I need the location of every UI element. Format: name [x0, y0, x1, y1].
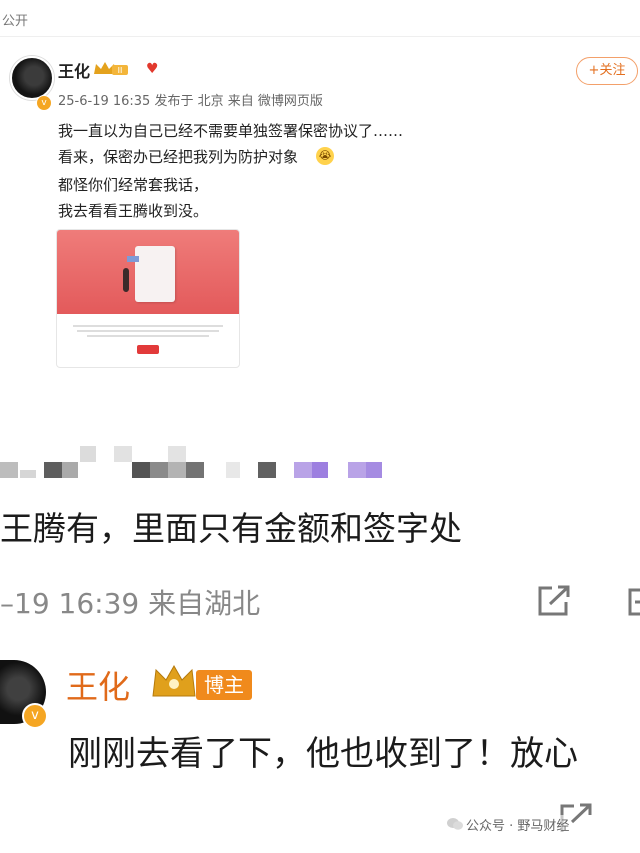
verified-icon: v	[22, 703, 48, 729]
post-text-line: 我一直以为自己已经不需要单独签署保密协议了……	[58, 122, 404, 140]
username[interactable]: 王化	[58, 58, 90, 82]
blogger-badge: 博主	[196, 670, 252, 700]
crown-icon	[152, 664, 196, 697]
crown-badge-icon: II	[94, 62, 128, 75]
card-button	[137, 345, 159, 354]
watermark-text: 公众号 · 野马财经	[466, 819, 570, 834]
visibility-label: 公开	[2, 14, 29, 29]
crying-face-icon: 😭	[316, 147, 334, 165]
post-text-line: 看来，保密办已经把我列为防护对象	[58, 148, 299, 166]
reply-text: 刚刚去看了下，他也收到了！放心	[68, 734, 578, 774]
document-tag-illustration	[127, 256, 139, 262]
post-meta: 25-6-19 16:35 发布于 北京 来自 微博网页版	[58, 94, 323, 109]
post-text-line: 都怪你们经常套我话，	[58, 176, 209, 194]
divider	[0, 36, 640, 37]
comment-icon[interactable]	[626, 586, 640, 618]
comment-text: 王腾有，里面只有金额和签字处	[0, 509, 462, 548]
reply-username[interactable]: 王化	[66, 662, 130, 708]
attached-image[interactable]	[56, 229, 240, 368]
card-fine-print	[67, 322, 229, 340]
document-illustration	[135, 246, 175, 302]
watermark: 公众号 · 野马财经	[444, 815, 570, 834]
verified-icon: v	[36, 95, 52, 111]
post-text-line: 我去看看王腾收到没。	[58, 202, 209, 220]
avatar[interactable]	[10, 56, 54, 100]
comment-meta: –19 16:39 来自湖北	[0, 587, 261, 620]
share-icon[interactable]	[536, 584, 572, 618]
person-illustration	[123, 268, 129, 292]
fan-badge-icon: ♥	[146, 61, 159, 77]
crown-level: II	[118, 66, 123, 75]
follow-button[interactable]: +关注	[576, 57, 638, 85]
